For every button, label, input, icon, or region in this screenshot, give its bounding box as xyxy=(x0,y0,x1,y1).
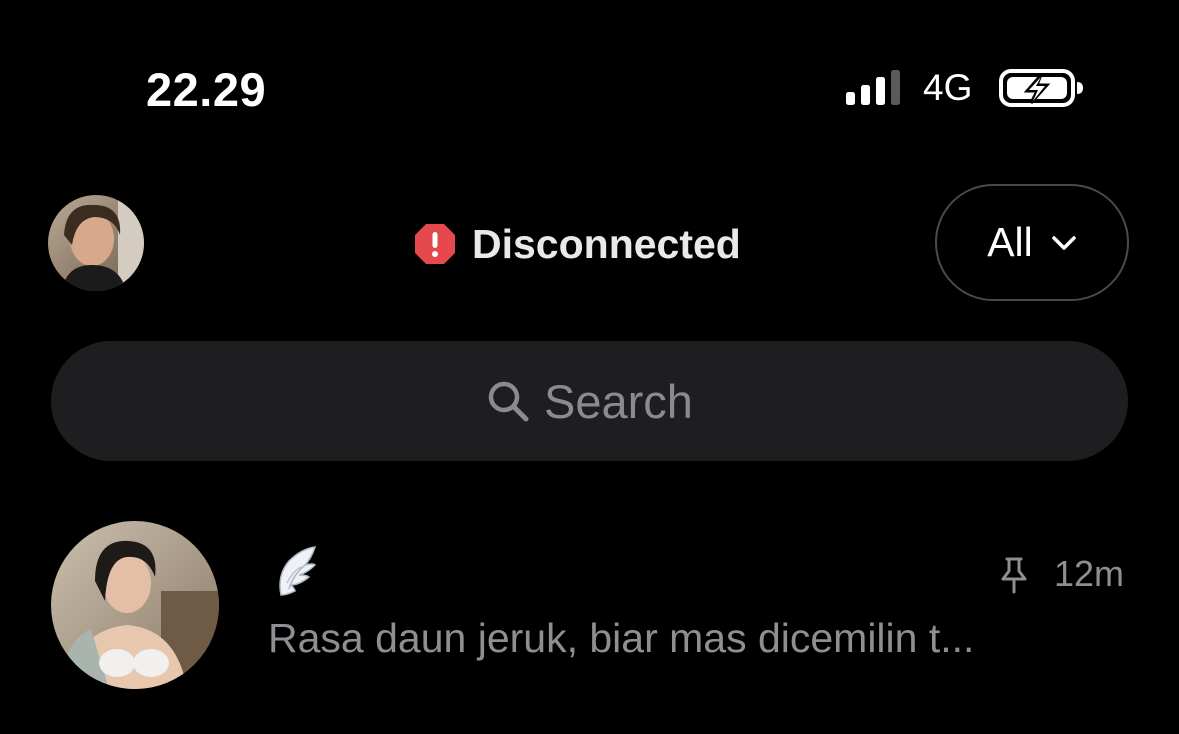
status-time: 22.29 xyxy=(146,63,267,116)
profile-avatar[interactable] xyxy=(48,195,144,291)
search-placeholder: Search xyxy=(544,374,693,428)
angel-wing-emoji-icon xyxy=(279,546,317,596)
network-type: 4G xyxy=(923,67,973,108)
conversation-time: 12m xyxy=(1054,553,1125,594)
contact-photo xyxy=(51,521,219,689)
search-input[interactable]: Search xyxy=(51,341,1128,461)
connection-status: Disconnected xyxy=(414,218,741,270)
connection-status-label: Disconnected xyxy=(472,220,741,267)
alert-octagon-icon xyxy=(415,224,455,264)
chevron-down-icon xyxy=(1052,235,1076,250)
filter-dropdown-label: All xyxy=(987,219,1033,265)
pin-icon xyxy=(1001,557,1027,594)
filter-dropdown[interactable]: All xyxy=(935,184,1129,301)
message-preview: Rasa daun jeruk, biar mas dicemilin t... xyxy=(268,615,975,661)
cellular-signal-icon xyxy=(846,70,900,105)
contact-avatar[interactable] xyxy=(51,521,219,689)
conversation-row[interactable]: 12m Rasa daun jeruk, biar mas dicemilin … xyxy=(0,515,1179,695)
app-screen: 22.29 4G Disconnected All Search 12m Ras… xyxy=(0,0,1179,734)
profile-photo xyxy=(48,195,144,291)
search-icon xyxy=(488,381,529,422)
battery-charging-icon xyxy=(999,69,1083,107)
